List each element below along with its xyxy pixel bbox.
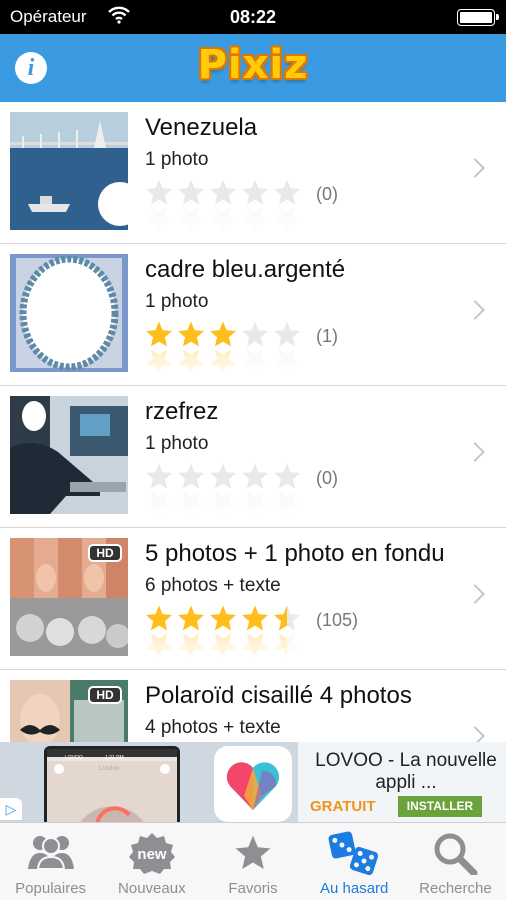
rating-star — [242, 321, 268, 347]
app-logo: Pixiz — [197, 42, 309, 88]
rating-stars — [144, 462, 306, 522]
rating-star — [178, 321, 204, 347]
tab-label: Recherche — [419, 880, 492, 897]
ad-phone-image: LOVOO 1:21 PM London — [44, 746, 180, 822]
dice-icon — [328, 831, 380, 880]
tab-populaires[interactable]: Populaires — [0, 823, 101, 900]
lovoo-logo — [214, 746, 292, 822]
template-thumbnail — [10, 254, 128, 372]
rating-stars — [144, 604, 306, 664]
template-photo-count: 1 photo — [145, 433, 209, 454]
ad-text-box: LOVOO - La nouvelle appli ... GRATUIT IN… — [298, 742, 506, 822]
ad-title: LOVOO - La nouvelle appli ... — [315, 750, 497, 793]
battery-icon — [457, 9, 499, 26]
template-row[interactable]: cadre bleu.argenté 1 photo (1) — [0, 244, 506, 386]
template-photo-count: 1 photo — [145, 291, 209, 312]
template-title: 5 photos + 1 photo en fondu — [145, 540, 445, 567]
rating-count: (0) — [316, 184, 338, 204]
tab-au-hasard[interactable]: Au hasard — [304, 823, 405, 900]
rating-count: (0) — [316, 468, 338, 488]
rating-stars — [144, 178, 306, 238]
star-icon — [233, 831, 273, 876]
rating-stars — [144, 320, 306, 380]
rating-star — [146, 321, 172, 347]
tab-nouveaux[interactable]: new Nouveaux — [101, 823, 202, 900]
rating-star — [274, 605, 300, 631]
rating-star — [242, 179, 268, 205]
template-title: cadre bleu.argenté — [145, 256, 346, 283]
new-badge-icon: new — [127, 831, 177, 880]
ad-price: GRATUIT — [310, 798, 376, 815]
hd-badge: HD — [88, 686, 122, 704]
status-bar: Opérateur 08:22 — [0, 0, 506, 34]
tab-label: Nouveaux — [118, 880, 186, 897]
template-thumbnail — [10, 396, 128, 514]
template-photo-count: 6 photos + texte — [145, 575, 281, 596]
rating-star — [178, 179, 204, 205]
rating-star — [210, 321, 236, 347]
magnifier-icon — [432, 831, 478, 880]
clock: 08:22 — [229, 7, 277, 27]
tab-favoris[interactable]: Favoris — [202, 823, 303, 900]
template-title: rzefrez — [145, 398, 219, 425]
rating-star — [178, 605, 204, 631]
rating-count: (105) — [316, 610, 359, 630]
template-row[interactable]: rzefrez 1 photo (0) — [0, 386, 506, 528]
rating-star — [274, 463, 300, 489]
install-button[interactable]: INSTALLER — [398, 796, 482, 817]
tab-bar: Populaires new Nouveaux Favoris Au hasard Rec… — [0, 822, 506, 900]
rating-star — [178, 463, 204, 489]
template-photo-count: 4 photos + texte — [145, 717, 281, 738]
chevron-right-icon — [465, 584, 485, 604]
rating-star — [242, 463, 268, 489]
svg-text:1:21 PM: 1:21 PM — [105, 755, 124, 761]
template-thumbnail — [10, 112, 128, 230]
template-thumbnail: HD — [10, 538, 128, 656]
rating-count: (1) — [316, 326, 338, 346]
rating-star — [210, 463, 236, 489]
template-title: Venezuela — [145, 114, 258, 141]
svg-text:LOVOO: LOVOO — [65, 755, 83, 761]
template-list[interactable]: Venezuela 1 photo (0) cadre bleu.argenté 1 p… — [0, 102, 506, 742]
svg-text:new: new — [137, 846, 167, 863]
rating-star — [210, 605, 236, 631]
rating-star — [210, 179, 236, 205]
ad-banner[interactable]: LOVOO 1:21 PM London LOVOO - La nouvelle… — [0, 742, 506, 822]
template-thumbnail: HD — [10, 680, 128, 742]
tab-label: Favoris — [228, 880, 278, 897]
chevron-right-icon — [465, 442, 485, 462]
rating-star — [274, 321, 300, 347]
template-title: Polaroïd cisaillé 4 photos — [145, 682, 412, 709]
chevron-right-icon — [465, 158, 485, 178]
people-icon — [26, 831, 76, 876]
rating-star — [146, 463, 172, 489]
tab-label: Au hasard — [320, 880, 389, 897]
chevron-right-icon — [465, 726, 485, 742]
chevron-right-icon — [465, 300, 485, 320]
nav-bar: i Pixiz — [0, 34, 506, 102]
rating-star — [146, 605, 172, 631]
template-row[interactable]: HD 5 photos + 1 photo en fondu 6 photos + … — [0, 528, 506, 670]
rating-star — [274, 179, 300, 205]
svg-text:London: London — [99, 766, 119, 772]
template-row[interactable]: HD Polaroïd cisaillé 4 photos 4 photos + t… — [0, 670, 506, 742]
tab-label: Populaires — [15, 880, 87, 897]
adchoices-icon[interactable]: ▷ — [0, 798, 22, 820]
template-row[interactable]: Venezuela 1 photo (0) — [0, 102, 506, 244]
rating-star — [146, 179, 172, 205]
tab-recherche[interactable]: Recherche — [405, 823, 506, 900]
rating-star — [242, 605, 268, 631]
hd-badge: HD — [88, 544, 122, 562]
template-photo-count: 1 photo — [145, 149, 209, 170]
